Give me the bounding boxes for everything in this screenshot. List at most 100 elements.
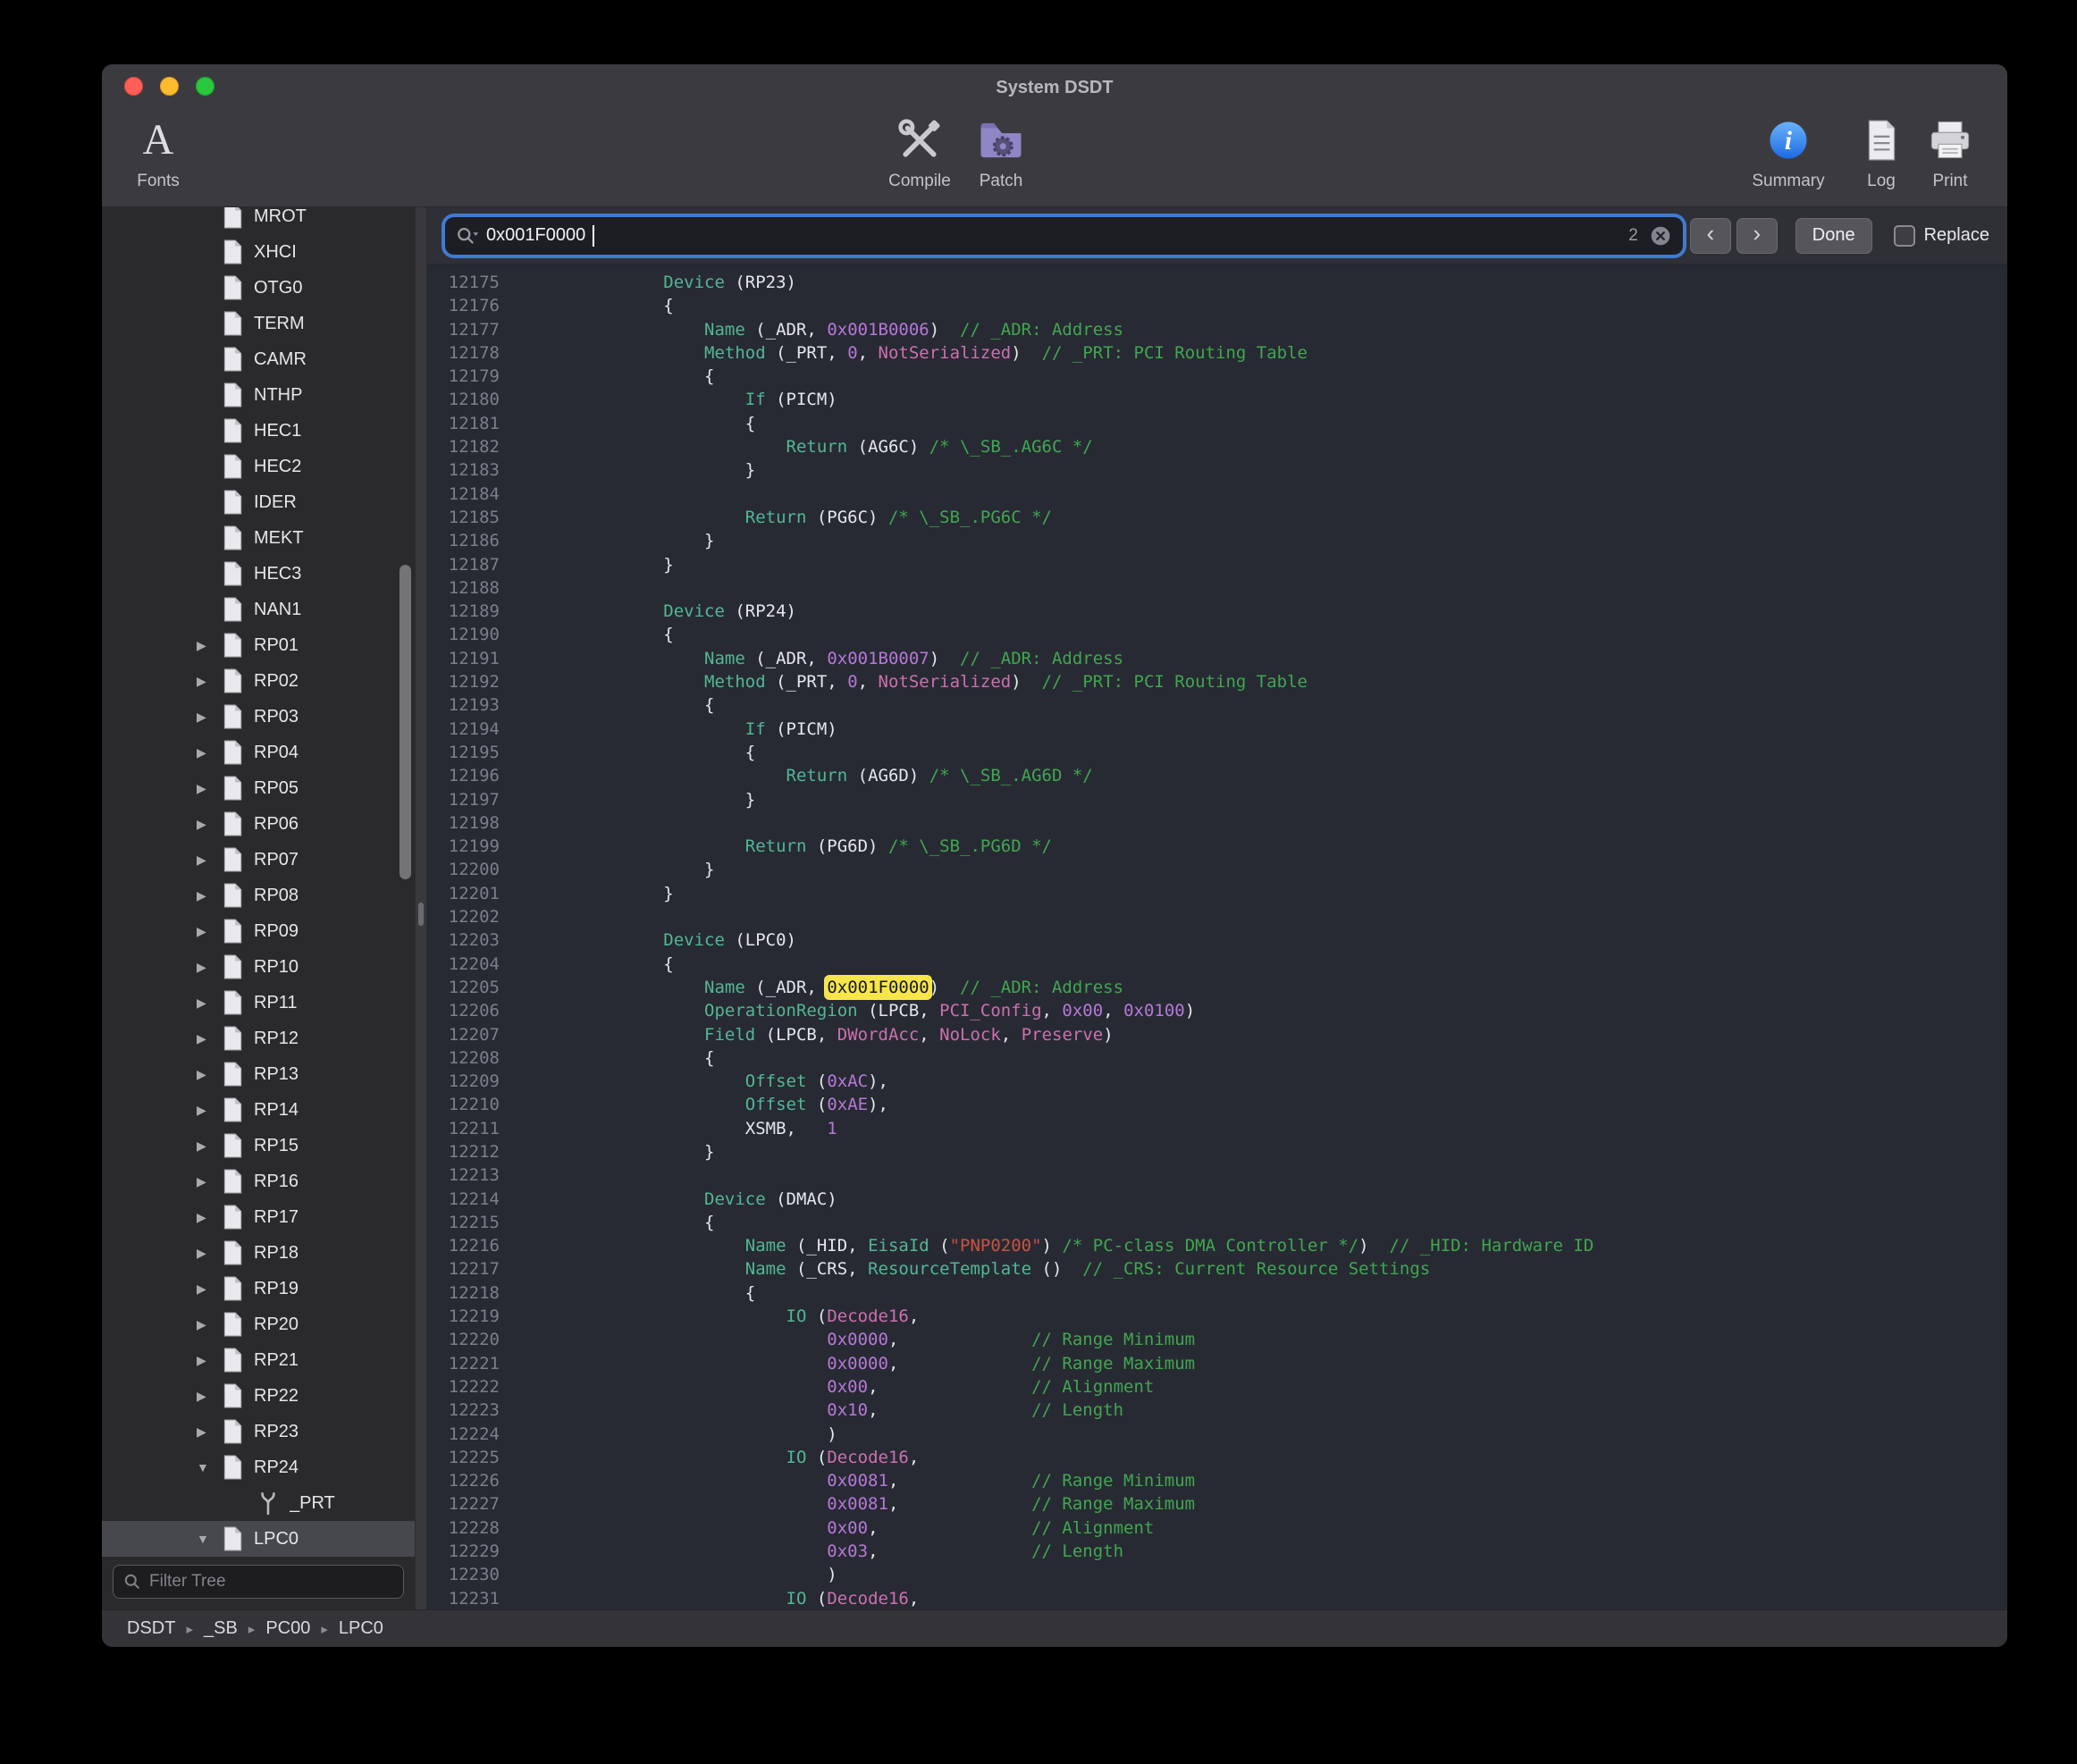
disclosure-collapsed-icon[interactable]: ▶ [197,888,222,903]
disclosure-collapsed-icon[interactable]: ▶ [197,638,222,653]
disclosure-collapsed-icon[interactable]: ▶ [197,1138,222,1154]
sidebar-item-_prt[interactable]: _PRT [102,1485,415,1521]
disclosure-collapsed-icon[interactable]: ▶ [197,1389,222,1404]
disclosure-collapsed-icon[interactable]: ▶ [197,745,222,760]
sidebar-item-mrot[interactable]: MROT [102,207,415,234]
disclosure-expanded-icon[interactable]: ▼ [197,1460,222,1474]
device-file-icon [222,525,243,550]
find-next-button[interactable]: › [1736,218,1778,254]
disclosure-collapsed-icon[interactable]: ▶ [197,1031,222,1046]
sidebar-item-rp08[interactable]: ▶ RP08 [102,878,415,913]
sidebar-item-rp05[interactable]: ▶ RP05 [102,770,415,806]
breadcrumb-item-lpc0[interactable]: LPC0 [339,1618,383,1639]
search-field[interactable]: 0x001F0000 2 [445,217,1683,255]
sidebar-item-label: _PRT [290,1493,335,1514]
disclosure-collapsed-icon[interactable]: ▶ [197,781,222,796]
sidebar-item-rp03[interactable]: ▶ RP03 [102,699,415,735]
print-button[interactable]: Print [1914,111,1986,191]
sidebar-item-rp13[interactable]: ▶ RP13 [102,1056,415,1092]
sidebar-item-rp17[interactable]: ▶ RP17 [102,1199,415,1235]
replace-checkbox[interactable] [1894,225,1915,247]
sidebar-item-rp23[interactable]: ▶ RP23 [102,1414,415,1449]
disclosure-collapsed-icon[interactable]: ▶ [197,817,222,832]
sidebar-item-rp16[interactable]: ▶ RP16 [102,1163,415,1199]
disclosure-collapsed-icon[interactable]: ▶ [197,1317,222,1332]
sidebar-item-rp20[interactable]: ▶ RP20 [102,1306,415,1342]
sidebar-item-lpc0[interactable]: ▼ LPC0 [102,1521,415,1557]
sidebar-item-rp02[interactable]: ▶ RP02 [102,663,415,699]
done-button[interactable]: Done [1795,218,1872,254]
splitter-handle[interactable] [418,903,424,926]
breadcrumb-item-dsdt[interactable]: DSDT [127,1618,175,1639]
breadcrumb-item-pc00[interactable]: PC00 [265,1618,310,1639]
sidebar-item-xhci[interactable]: XHCI [102,234,415,270]
sidebar-item-rp12[interactable]: ▶ RP12 [102,1021,415,1056]
sidebar-item-rp11[interactable]: ▶ RP11 [102,985,415,1021]
sidebar-item-rp06[interactable]: ▶ RP06 [102,806,415,842]
sidebar-item-camr[interactable]: CAMR [102,341,415,377]
sidebar-item-rp04[interactable]: ▶ RP04 [102,735,415,770]
sidebar-item-hec2[interactable]: HEC2 [102,449,415,484]
sidebar-scrollbar[interactable] [399,565,411,879]
disclosure-collapsed-icon[interactable]: ▶ [197,995,222,1011]
disclosure-collapsed-icon[interactable]: ▶ [197,1103,222,1118]
sidebar-item-mekt[interactable]: MEKT [102,520,415,556]
disclosure-expanded-icon[interactable]: ▼ [197,1532,222,1546]
disclosure-collapsed-icon[interactable]: ▶ [197,853,222,868]
sidebar-item-rp14[interactable]: ▶ RP14 [102,1092,415,1128]
sidebar-item-rp15[interactable]: ▶ RP15 [102,1128,415,1163]
disclosure-collapsed-icon[interactable]: ▶ [197,674,222,689]
sidebar-item-label: RP21 [254,1350,299,1371]
disclosure-collapsed-icon[interactable]: ▶ [197,1281,222,1297]
sidebar-splitter[interactable] [415,207,427,1609]
sidebar-item-hec1[interactable]: HEC1 [102,413,415,449]
sidebar-item-rp09[interactable]: ▶ RP09 [102,913,415,949]
sidebar-item-rp10[interactable]: ▶ RP10 [102,949,415,985]
sidebar-item-label: RP02 [254,671,299,692]
sidebar-item-rp07[interactable]: ▶ RP07 [102,842,415,878]
sidebar-item-label: RP05 [254,778,299,799]
line-number: 12230 [427,1563,500,1586]
log-label: Log [1867,172,1896,191]
titlebar[interactable]: System DSDT [102,64,2007,107]
sidebar-item-term[interactable]: TERM [102,306,415,341]
sidebar-item-rp24[interactable]: ▼ RP24 [102,1449,415,1485]
sidebar-item-ider[interactable]: IDER [102,484,415,520]
disclosure-collapsed-icon[interactable]: ▶ [197,1174,222,1189]
sidebar-item-rp19[interactable]: ▶ RP19 [102,1271,415,1306]
breadcrumb-item-_sb[interactable]: _SB [204,1618,238,1639]
sidebar-item-label: IDER [254,492,297,513]
disclosure-collapsed-icon[interactable]: ▶ [197,1210,222,1225]
line-number: 12216 [427,1234,500,1257]
sidebar-item-label: RP19 [254,1279,299,1299]
sidebar-item-otg0[interactable]: OTG0 [102,270,415,306]
sidebar-item-nthp[interactable]: NTHP [102,377,415,413]
sidebar-item-rp22[interactable]: ▶ RP22 [102,1378,415,1414]
sidebar-item-rp01[interactable]: ▶ RP01 [102,627,415,663]
device-file-icon [222,1312,243,1337]
disclosure-collapsed-icon[interactable]: ▶ [197,960,222,975]
disclosure-collapsed-icon[interactable]: ▶ [197,710,222,725]
patch-folder-gear-icon [977,111,1025,170]
disclosure-collapsed-icon[interactable]: ▶ [197,924,222,939]
code-editor[interactable]: 1217512176121771217812179121801218112182… [427,265,2007,1609]
sidebar-item-rp18[interactable]: ▶ RP18 [102,1235,415,1271]
code-area[interactable]: Device (RP23) { Name (_ADR, 0x001B0006) … [512,265,2007,1609]
summary-button[interactable]: i Summary [1739,111,1837,191]
sidebar-item-nan1[interactable]: NAN1 [102,592,415,627]
log-button[interactable]: Log [1850,111,1913,191]
sidebar-item-hec3[interactable]: HEC3 [102,556,415,592]
line-number: 12215 [427,1211,500,1234]
filter-tree-input[interactable]: Filter Tree [113,1565,404,1599]
disclosure-collapsed-icon[interactable]: ▶ [197,1424,222,1440]
clear-search-icon[interactable] [1649,224,1672,248]
compile-button[interactable]: Compile [873,111,966,191]
find-previous-button[interactable]: ‹ [1690,218,1731,254]
disclosure-collapsed-icon[interactable]: ▶ [197,1067,222,1082]
disclosure-collapsed-icon[interactable]: ▶ [197,1246,222,1261]
fonts-button[interactable]: A Fonts [118,111,198,191]
patch-button[interactable]: Patch [965,111,1037,191]
sidebar-item-rp21[interactable]: ▶ RP21 [102,1342,415,1378]
disclosure-collapsed-icon[interactable]: ▶ [197,1353,222,1368]
sidebar-item-label: RP11 [254,993,298,1013]
